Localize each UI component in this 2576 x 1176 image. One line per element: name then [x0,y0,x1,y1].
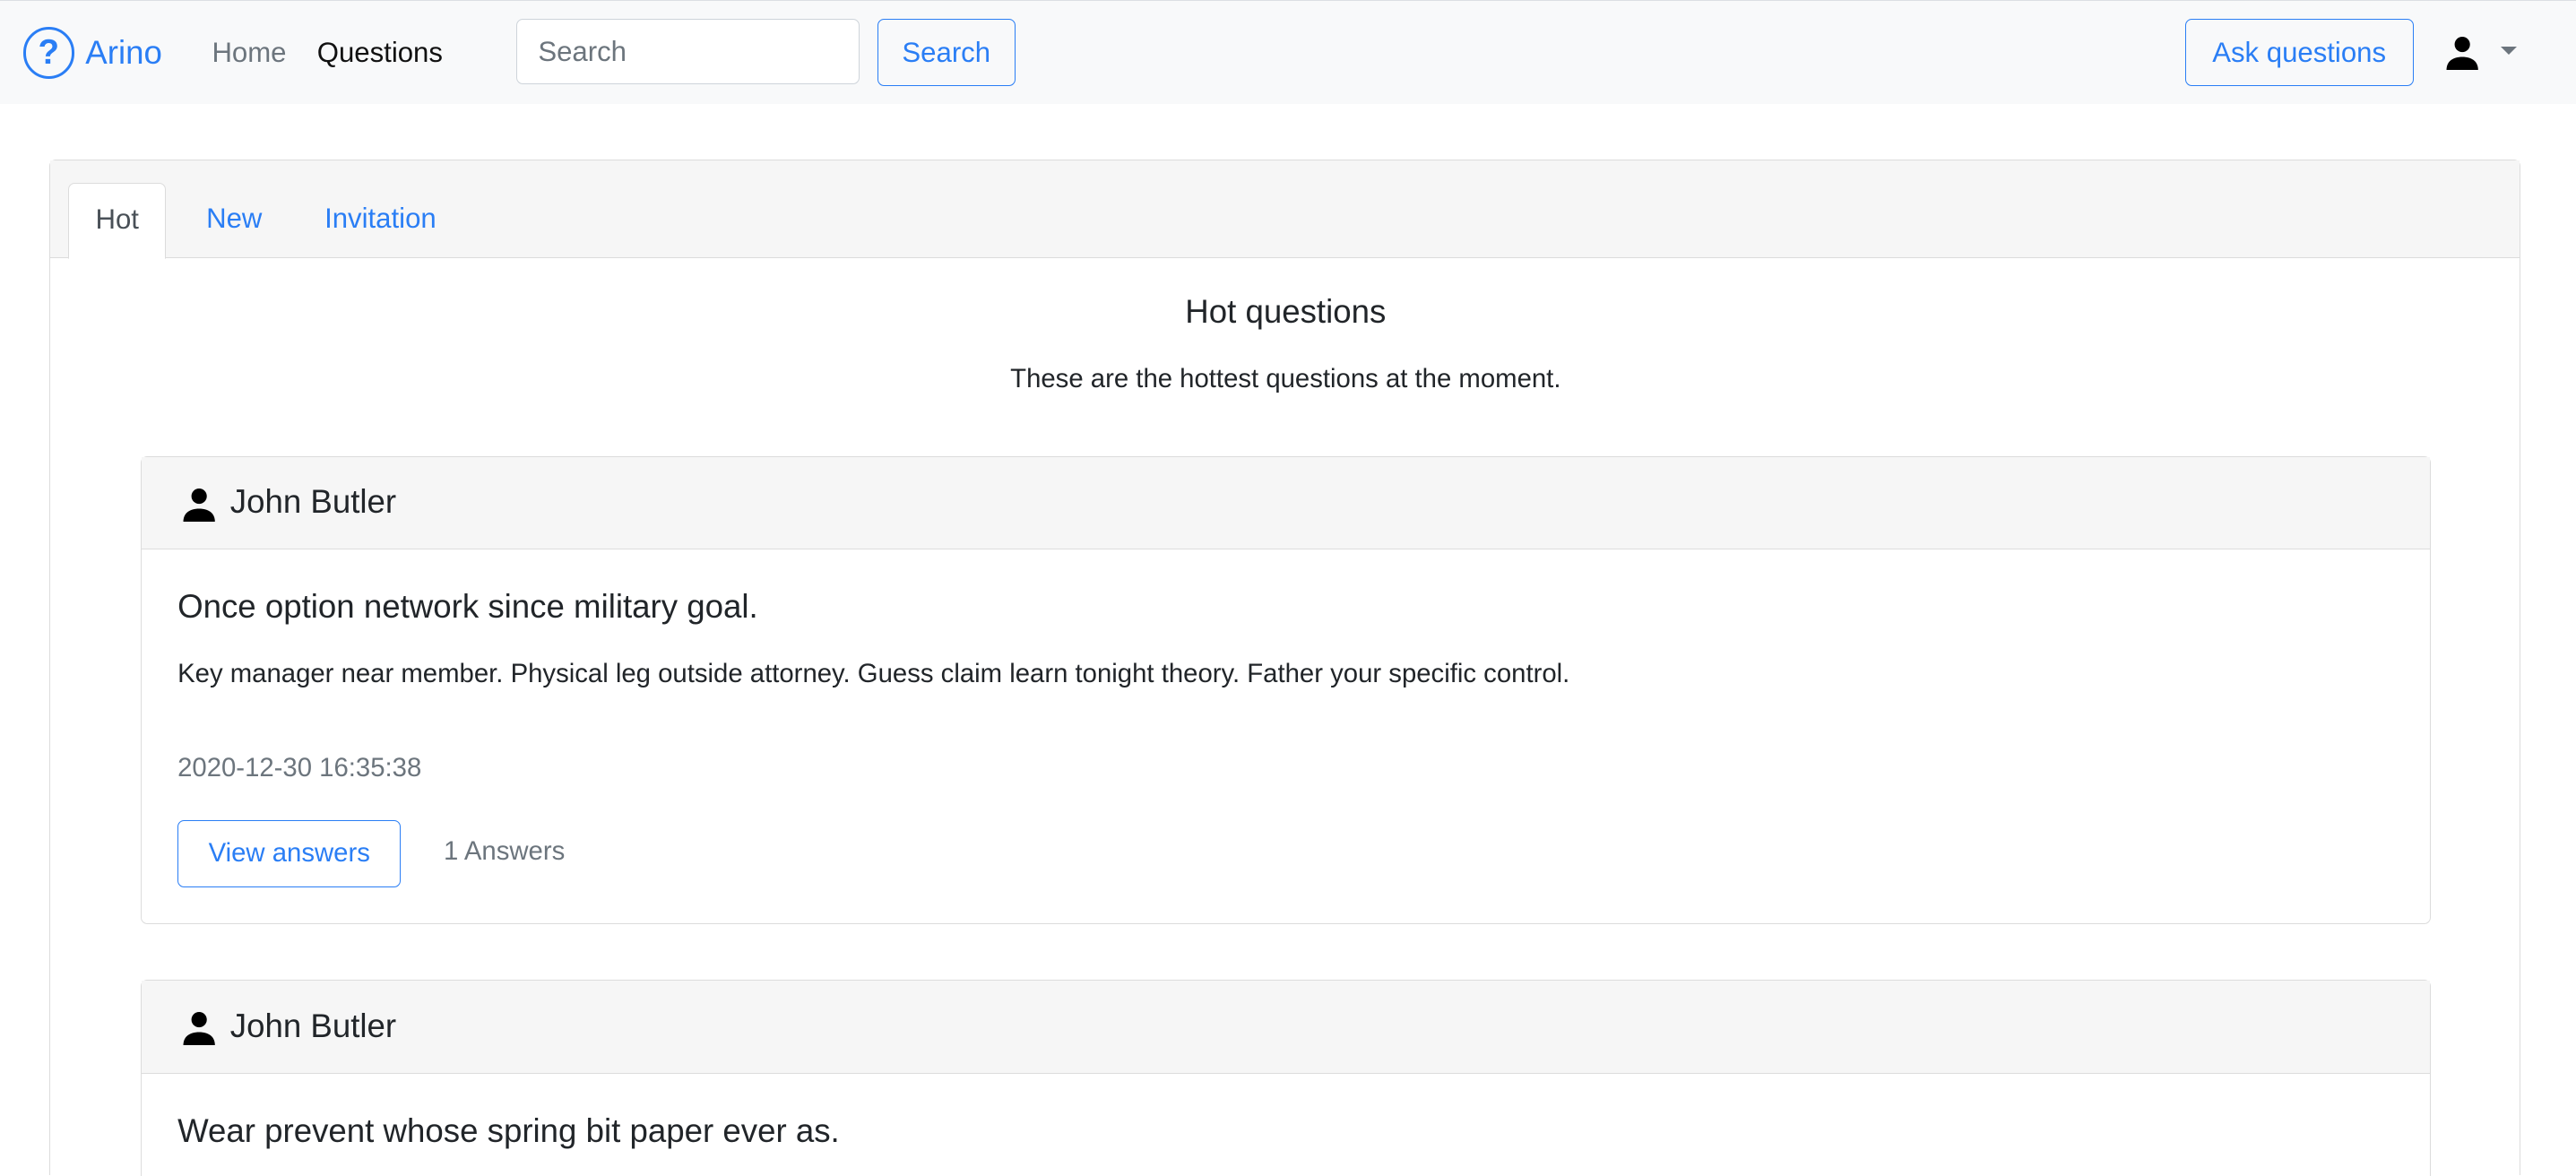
navbar: ? Arino Home Questions Search Ask questi… [0,0,2576,105]
question-circle-icon[interactable]: ? [22,27,74,79]
nav-questions[interactable]: Questions [317,37,443,69]
tab-new[interactable]: New [180,183,289,256]
view-answers-button[interactable]: View answers [177,819,402,887]
tab-invitation[interactable]: Invitation [298,183,462,256]
nav-home[interactable]: Home [212,37,286,69]
section-title: Hot questions [1185,293,1387,331]
question-header [141,981,2430,1075]
questions-card: Hot New Invitation Hot questions These a… [48,159,2520,1176]
page: ? Arino Home Questions Search Ask questi… [0,0,2576,1176]
question-header [141,456,2430,550]
user-icon [181,1010,217,1053]
question-date: 2020-12-30 16:35:38 [177,752,422,783]
search-input[interactable] [515,19,860,85]
question-body: Key manager near member. Physical leg ou… [177,659,1570,689]
question-author: John Butler [229,483,397,521]
question-author: John Butler [229,1007,397,1044]
user-menu-icon[interactable] [2444,35,2480,78]
user-icon [181,487,217,530]
question-card: John Butler Wear prevent whose spring bi… [140,980,2431,1176]
answer-count: 1 Answers [444,836,566,867]
tab-hot[interactable]: Hot [68,183,167,259]
search-button[interactable]: Search [877,19,1016,87]
brand-link[interactable]: Arino [85,34,162,72]
question-title: Wear prevent whose spring bit paper ever… [177,1112,840,1150]
ask-questions-button[interactable]: Ask questions [2184,19,2414,87]
question-title: Once option network since military goal. [177,588,758,626]
section-subtitle: These are the hottest questions at the m… [1010,364,1561,394]
chevron-down-icon[interactable] [2500,47,2517,56]
question-card: John Butler Once option network since mi… [140,455,2431,925]
